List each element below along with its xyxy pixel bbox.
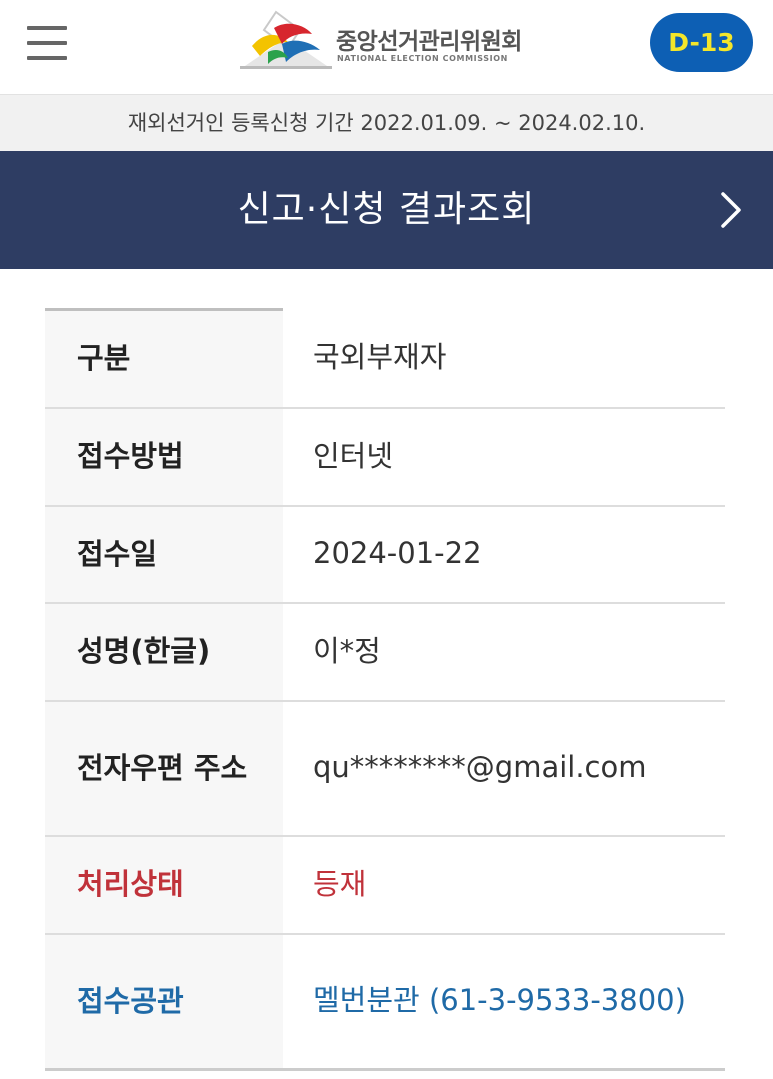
table-row-consulate: 접수공관 멜번분관 (61-3-9533-3800) <box>45 933 725 1071</box>
row-label: 접수일 <box>45 505 283 604</box>
row-value: 인터넷 <box>283 407 725 507</box>
result-inquiry-title-bar[interactable]: 신고·신청 결과조회 <box>0 151 773 269</box>
nec-logo[interactable]: 중앙선거관리위원회 NATIONAL ELECTION COMMISSION <box>238 8 522 72</box>
table-row-name: 성명(한글) 이*정 <box>45 602 725 702</box>
row-value: 이*정 <box>283 602 725 702</box>
chevron-right-icon[interactable] <box>719 191 743 229</box>
logo-korean-text: 중앙선거관리위원회 <box>336 29 522 55</box>
table-row-email: 전자우편 주소 qu********@gmail.com <box>45 700 725 837</box>
result-table: 구분 국외부재자 접수방법 인터넷 접수일 2024-01-22 성명(한글) … <box>45 308 725 1071</box>
row-value: qu********@gmail.com <box>283 700 725 837</box>
row-label: 처리상태 <box>45 835 283 935</box>
row-value: 국외부재자 <box>283 309 725 409</box>
table-row-status: 처리상태 등재 <box>45 835 725 935</box>
row-label: 접수방법 <box>45 407 283 507</box>
row-label: 접수공관 <box>45 933 283 1071</box>
row-label: 성명(한글) <box>45 602 283 702</box>
table-row-category: 구분 국외부재자 <box>45 308 725 409</box>
status-value: 등재 <box>283 835 725 935</box>
app-header: 중앙선거관리위원회 NATIONAL ELECTION COMMISSION D… <box>0 0 773 94</box>
table-row-date: 접수일 2024-01-22 <box>45 505 725 604</box>
row-label: 전자우편 주소 <box>45 700 283 837</box>
dday-badge[interactable]: D-13 <box>650 13 753 72</box>
page-title: 신고·신청 결과조회 <box>237 189 536 230</box>
table-row-method: 접수방법 인터넷 <box>45 407 725 507</box>
logo-english-text: NATIONAL ELECTION COMMISSION <box>337 54 508 63</box>
registration-period-notice: 재외선거인 등록신청 기간 2022.01.09. ~ 2024.02.10. <box>0 94 773 151</box>
consulate-value[interactable]: 멜번분관 (61-3-9533-3800) <box>283 933 725 1071</box>
row-label: 구분 <box>45 308 283 409</box>
nec-emblem-icon <box>240 10 332 69</box>
hamburger-menu-icon[interactable] <box>27 26 69 60</box>
row-value: 2024-01-22 <box>283 505 725 604</box>
